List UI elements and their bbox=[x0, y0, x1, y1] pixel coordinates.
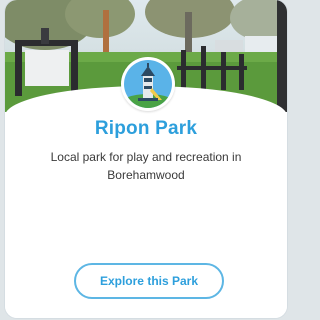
explore-park-button[interactable]: Explore this Park bbox=[74, 263, 224, 299]
park-tower-icon bbox=[124, 60, 172, 108]
park-badge bbox=[121, 57, 175, 111]
park-description: Local park for play and recreation in Bo… bbox=[50, 150, 242, 182]
park-card: Ripon Park Local park for play and recre… bbox=[5, 0, 287, 318]
park-title: Ripon Park bbox=[94, 118, 198, 139]
